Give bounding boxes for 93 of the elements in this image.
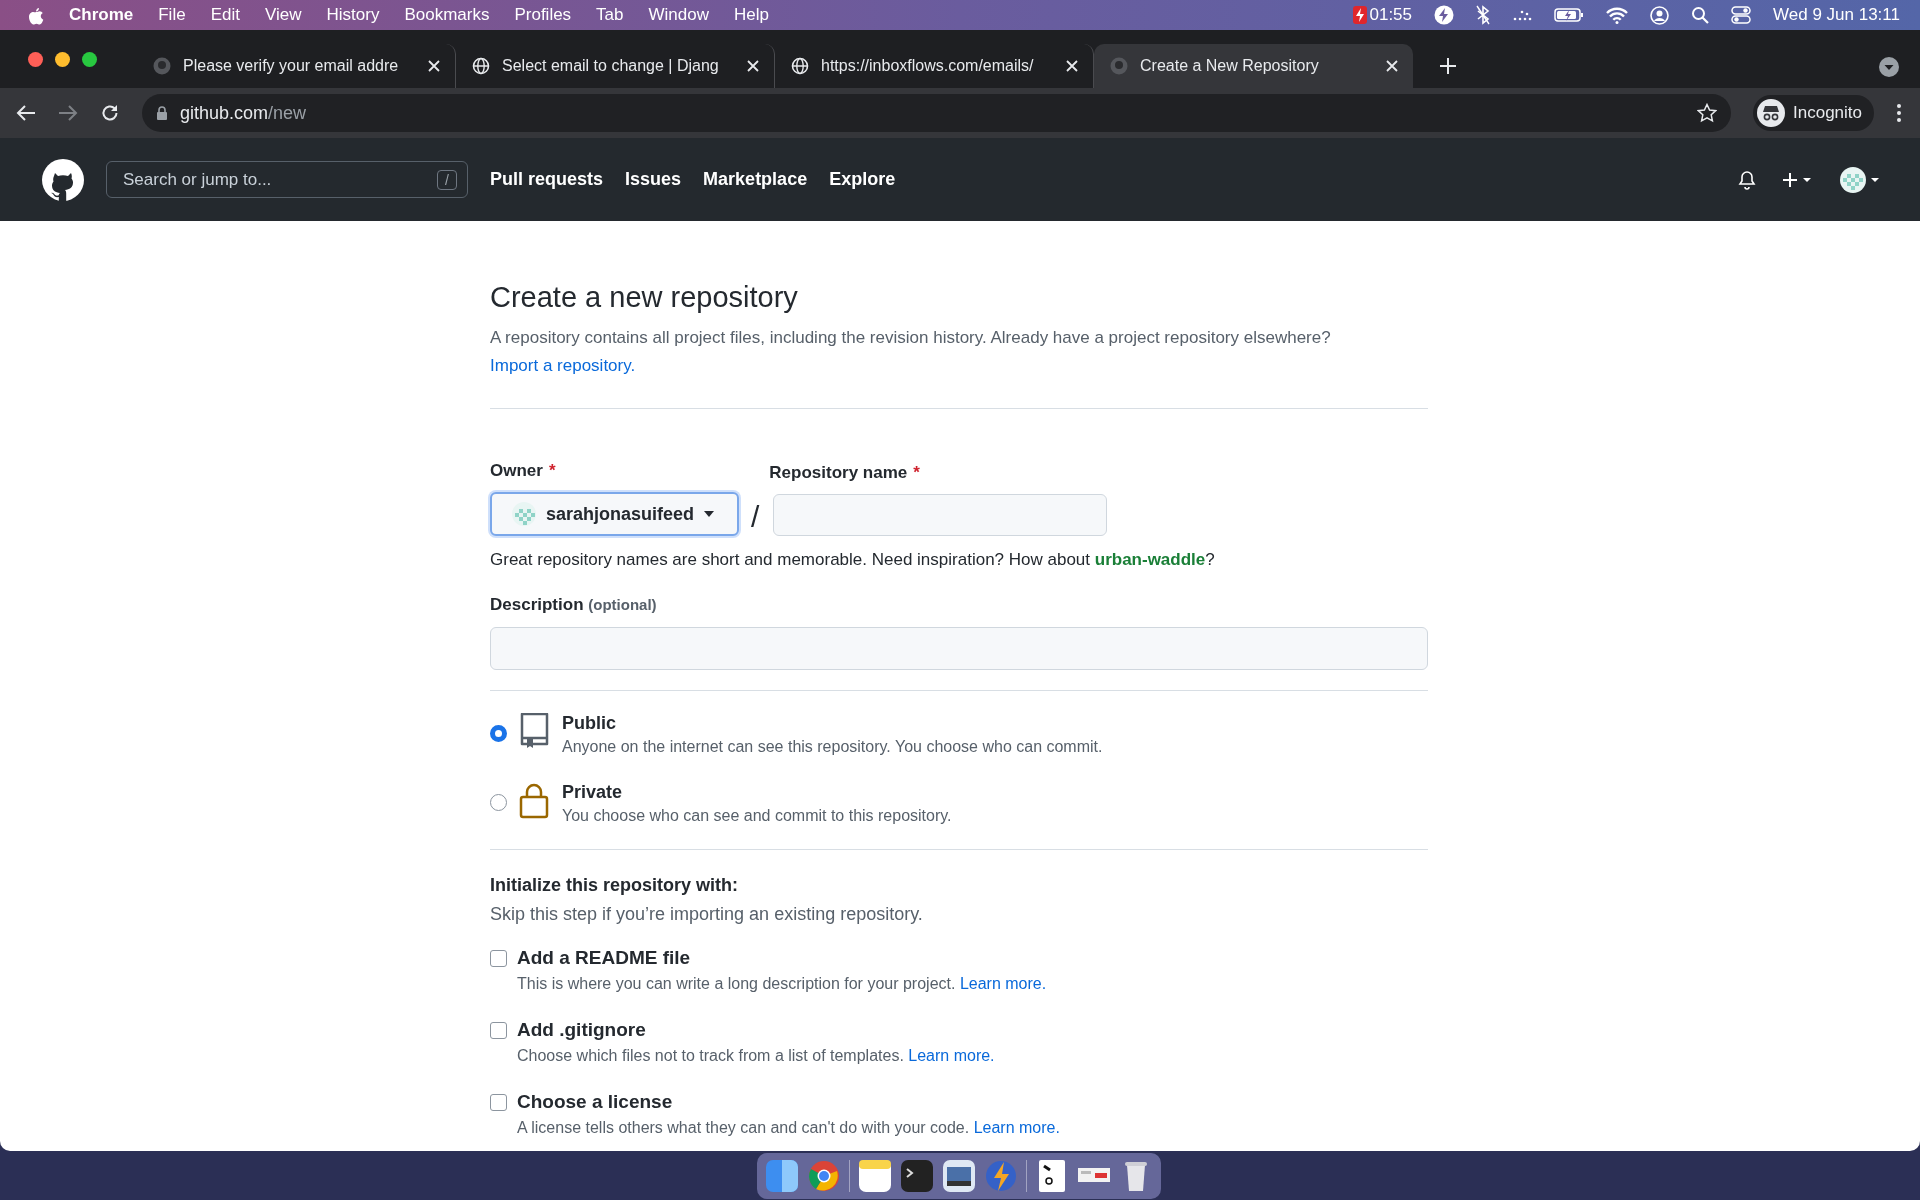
option-description: Anyone on the internet can see this repository. You choose who can commit. — [562, 738, 1103, 756]
intro-text: A repository contains all project files, including the revision history. Already have a project repository elsewhere? Import a repository. — [490, 327, 1332, 377]
browser-tab[interactable]: Create a New Repository — [1094, 44, 1413, 88]
globe-icon — [472, 57, 490, 75]
repo-name-label: Repository name * — [769, 463, 921, 483]
nav-link[interactable]: Issues — [625, 169, 682, 190]
menu-item[interactable]: History — [326, 5, 380, 25]
description-input[interactable] — [490, 627, 1428, 670]
menu-item[interactable]: Profiles — [514, 5, 572, 25]
plus-dropdown-icon[interactable] — [1782, 170, 1814, 189]
bluetooth-icon[interactable] — [1476, 5, 1491, 25]
caret-icon — [704, 511, 715, 517]
star-icon[interactable] — [1697, 103, 1717, 123]
search-field[interactable]: Search or jump to... / — [106, 161, 468, 198]
site-icon — [1110, 57, 1128, 75]
menu-item[interactable]: Bookmarks — [404, 5, 490, 25]
octocat-logo-icon[interactable] — [42, 158, 84, 201]
menu-item[interactable]: Edit — [210, 5, 240, 25]
checkbox-label: Add .gitignore — [517, 1019, 647, 1041]
site-icon — [153, 57, 171, 75]
nav-link[interactable]: Explore — [829, 169, 896, 190]
radio-button[interactable] — [490, 725, 507, 742]
option-description: A license tells others what they can and can't do with your code. Learn more. — [517, 1119, 1060, 1137]
checkbox-label: Choose a license — [517, 1091, 674, 1113]
description-label: Description (optional) — [490, 595, 658, 615]
lock-icon — [519, 782, 550, 819]
menu-item[interactable]: View — [264, 5, 302, 25]
shortcut-key: / — [437, 169, 457, 190]
app-menu[interactable]: Chrome — [69, 5, 134, 25]
tab-title: Create a New Repository — [1140, 57, 1320, 75]
reload-icon[interactable] — [100, 103, 120, 123]
globe-icon — [791, 57, 809, 75]
search-icon[interactable] — [1691, 6, 1710, 24]
checkbox[interactable] — [490, 1094, 507, 1111]
address-bar[interactable]: github.com/new — [142, 94, 1731, 132]
path-separator: / — [751, 500, 760, 534]
option-description: You choose who can see and commit to this repository. — [562, 807, 952, 825]
menu-item[interactable]: File — [158, 5, 186, 25]
checkbox[interactable] — [490, 1022, 507, 1039]
bell-icon[interactable] — [1738, 169, 1756, 190]
repo-book-icon — [519, 713, 550, 750]
dots-icon[interactable] — [1512, 8, 1533, 22]
checkbox-label: Add a README file — [517, 947, 692, 969]
repo-name-input[interactable] — [773, 494, 1108, 536]
section-subtitle: Skip this step if you’re importing an existing repository. — [490, 904, 924, 925]
more-icon[interactable] — [1896, 103, 1902, 123]
option-description: Choose which files not to track from a list of templates. Learn more. — [517, 1047, 995, 1065]
bolt-icon — [1353, 6, 1368, 24]
battery-icon[interactable] — [1554, 7, 1585, 23]
window-control[interactable] — [28, 51, 43, 67]
back-icon[interactable] — [16, 104, 36, 122]
option-description: This is where you can write a long description for your project. Learn more. — [517, 975, 1047, 993]
forward-icon[interactable] — [58, 104, 78, 122]
menu-clock[interactable]: Wed 9 Jun 13:11 — [1773, 5, 1900, 25]
avatar-dropdown-icon[interactable] — [1840, 166, 1880, 193]
user-icon[interactable] — [1650, 5, 1670, 25]
nav-link[interactable]: Pull requests — [490, 169, 604, 190]
tab-title: Please verify your email addre — [183, 57, 400, 75]
name-hint: Great repository names are short and memorable. Need inspiration? How about urban-waddle? — [490, 550, 1216, 570]
avatar-icon — [512, 502, 536, 526]
timer-status[interactable]: 01:55 — [1353, 5, 1413, 25]
toggles-icon[interactable] — [1731, 6, 1752, 24]
apple-icon[interactable] — [28, 5, 44, 25]
owner-dropdown[interactable]: sarahjonasuifeed — [490, 492, 739, 536]
tab-title: Select email to change | Djang — [502, 57, 720, 75]
checkbox[interactable] — [490, 950, 507, 967]
section-heading: Initialize this repository with: — [490, 875, 740, 896]
wifi-icon[interactable] — [1606, 6, 1629, 24]
window-control[interactable] — [82, 51, 97, 67]
plus-icon[interactable] — [1437, 55, 1459, 77]
search-placeholder: Search or jump to... — [123, 169, 272, 190]
learn-more-link[interactable]: Learn more. — [973, 1119, 1060, 1136]
radio-button[interactable] — [490, 794, 507, 811]
menu-item[interactable]: Window — [648, 5, 709, 25]
owner-label: Owner * — [490, 461, 557, 481]
app-icon[interactable] — [942, 1158, 976, 1193]
menu-item[interactable]: Tab — [596, 5, 624, 25]
nav-link[interactable]: Marketplace — [703, 169, 808, 190]
bolt-icon[interactable] — [1434, 5, 1455, 25]
window-control[interactable] — [55, 51, 70, 67]
lock-icon — [156, 105, 168, 121]
learn-more-link[interactable]: Learn more. — [959, 975, 1047, 992]
incognito-icon — [1757, 99, 1785, 127]
url-text: github.com/new — [180, 102, 307, 124]
learn-more-link[interactable]: Learn more. — [908, 1047, 995, 1064]
menu-item[interactable]: Help — [734, 5, 769, 25]
import-link[interactable]: Import a repository. — [490, 356, 636, 375]
tab-menu-icon[interactable] — [1878, 56, 1900, 78]
option-title: Private — [562, 782, 624, 803]
page-title: Create a new repository — [490, 281, 799, 314]
tab-title: https://inboxflows.com/emails/ — [821, 57, 1035, 75]
option-title: Public — [562, 713, 617, 734]
profile-button[interactable]: Incognito — [1753, 95, 1874, 131]
